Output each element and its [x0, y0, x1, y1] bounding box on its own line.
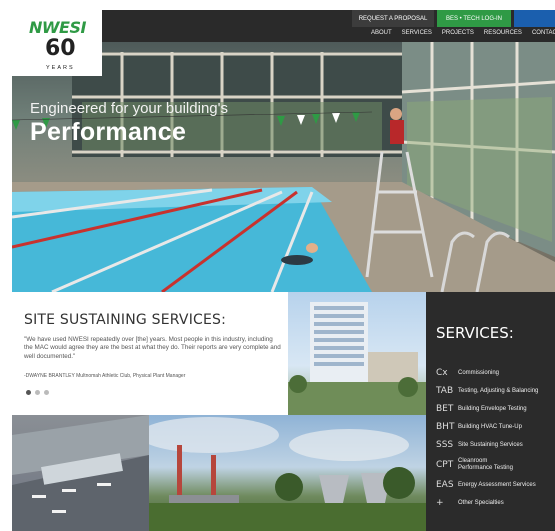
service-other-specialties[interactable]: + Other Specialties — [436, 494, 554, 512]
project-photo-power-plant[interactable] — [149, 415, 426, 531]
testimonial-author: -DWAYNE BRANTLEY Multnomah Athletic Club… — [24, 373, 186, 379]
hero-tagline-main: Performance — [30, 118, 187, 146]
service-label: Testing, Adjusting & Balancing — [458, 387, 539, 394]
nav-resources[interactable]: RESOURCES — [484, 30, 522, 40]
testimonial-quote: "We have used NWESI repeatedly over [the… — [24, 336, 281, 360]
hero-banner: Engineered for your building's Performan… — [12, 42, 555, 292]
service-testing-adjusting-balancing[interactable]: TAB Testing, Adjusting & Balancing — [436, 382, 554, 400]
nav-about[interactable]: ABOUT — [371, 30, 392, 40]
service-label: Building Envelope Testing — [458, 405, 527, 412]
carousel-dot-3[interactable] — [44, 390, 49, 395]
service-cleanroom-testing[interactable]: CPT Cleanroom Performance Testing — [436, 454, 554, 476]
service-abbr: SSS — [436, 440, 454, 450]
project-photo-airport[interactable] — [12, 415, 149, 531]
service-label: Energy Assessment Services — [458, 481, 536, 488]
service-label: Commissioning — [458, 369, 500, 376]
services-title: SERVICES: — [436, 324, 514, 342]
testimonial-panel: SITE SUSTAINING SERVICES: "We have used … — [12, 292, 288, 415]
services-panel: SERVICES: Cx Commissioning TAB Testing, … — [426, 292, 555, 531]
tech-login-button[interactable]: BES • TECH LOG-IN — [437, 10, 511, 27]
hero-tagline-top: Engineered for your building's — [30, 100, 228, 117]
services-list: Cx Commissioning TAB Testing, Adjusting … — [436, 364, 554, 512]
service-abbr: BHT — [436, 422, 455, 432]
service-abbr: Cx — [436, 368, 448, 378]
logo-wordmark: NWESI — [29, 18, 86, 37]
request-proposal-button[interactable]: REQUEST A PROPOSAL — [352, 10, 434, 27]
service-hvac-tune-up[interactable]: BHT Building HVAC Tune-Up — [436, 418, 554, 436]
service-abbr: BET — [436, 404, 454, 414]
testimonial-heading: SITE SUSTAINING SERVICES: — [24, 312, 227, 328]
service-label: Site Sustaining Services — [458, 441, 523, 448]
service-label: Building HVAC Tune-Up — [458, 423, 522, 430]
service-commissioning[interactable]: Cx Commissioning — [436, 364, 554, 382]
logo[interactable]: NWESI 60 YEARS — [12, 10, 102, 76]
service-energy-assessment[interactable]: EAS Energy Assessment Services — [436, 476, 554, 494]
project-photo-building[interactable] — [288, 292, 426, 415]
carousel-dots — [26, 390, 49, 395]
nav-contact[interactable]: CONTACT — [532, 30, 555, 40]
service-abbr: EAS — [436, 480, 454, 490]
service-label: Other Specialties — [458, 499, 504, 506]
carousel-dot-2[interactable] — [35, 390, 40, 395]
service-building-envelope-testing[interactable]: BET Building Envelope Testing — [436, 400, 554, 418]
pool-illustration — [12, 42, 555, 292]
blue-header-button[interactable] — [514, 10, 555, 27]
service-label: Cleanroom Performance Testing — [458, 458, 513, 471]
main-nav: ABOUT SERVICES PROJECTS RESOURCES CONTAC… — [361, 30, 555, 40]
service-site-sustaining[interactable]: SSS Site Sustaining Services — [436, 436, 554, 454]
service-abbr: CPT — [436, 460, 454, 470]
nav-services[interactable]: SERVICES — [402, 30, 432, 40]
logo-years-label: YEARS — [46, 65, 75, 71]
plus-icon: + — [436, 498, 444, 508]
service-abbr: TAB — [436, 386, 454, 396]
carousel-dot-1[interactable] — [26, 390, 31, 395]
logo-anniversary-number: 60 — [45, 36, 76, 61]
nav-projects[interactable]: PROJECTS — [442, 30, 474, 40]
